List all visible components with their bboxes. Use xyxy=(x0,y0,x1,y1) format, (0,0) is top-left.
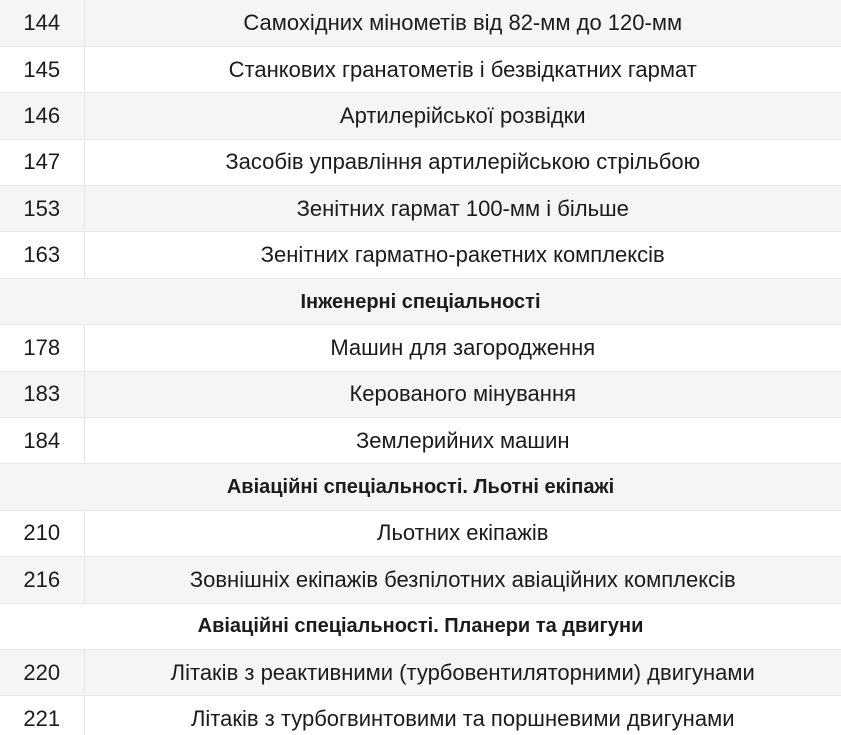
table-row: 163 Зенітних гарматно-ракетних комплексів xyxy=(0,231,841,279)
specialty-name: Зенітних гармат 100-мм і більше xyxy=(84,185,841,233)
table-row: 153 Зенітних гармат 100-мм і більше xyxy=(0,185,841,233)
table-row: 216 Зовнішніх екіпажів безпілотних авіаці… xyxy=(0,556,841,604)
specialty-code: 153 xyxy=(0,185,85,233)
specialties-table: 144 Самохідних мінометів від 82-мм до 120… xyxy=(0,0,841,735)
table-row: 183 Керованого мінування xyxy=(0,371,841,419)
specialty-code: 216 xyxy=(0,556,85,604)
section-header-row: Авіаційні спеціальності. Льотні екіпажі xyxy=(0,463,841,511)
specialty-code: 183 xyxy=(0,371,85,419)
specialty-code: 147 xyxy=(0,139,85,187)
table-row: 221 Літаків з турбогвинтовими та поршневи… xyxy=(0,695,841,735)
specialty-name: Зовнішніх екіпажів безпілотних авіаційни… xyxy=(84,556,841,604)
specialty-code: 146 xyxy=(0,92,85,140)
table-row: 210 Льотних екіпажів xyxy=(0,510,841,558)
section-title: Авіаційні спеціальності. Планери та двиг… xyxy=(0,603,841,650)
specialty-name: Самохідних мінометів від 82-мм до 120-мм xyxy=(84,0,841,47)
specialty-code: 220 xyxy=(0,649,85,697)
table-row: 146 Артилерійської розвідки xyxy=(0,92,841,140)
specialty-name: Засобів управління артилерійською стріль… xyxy=(84,139,841,187)
specialty-name: Літаків з реактивними (турбовентиляторни… xyxy=(84,649,841,697)
table-row: 178 Машин для загородження xyxy=(0,324,841,372)
table-body: 144 Самохідних мінометів від 82-мм до 120… xyxy=(0,0,841,735)
specialty-name: Машин для загородження xyxy=(84,324,841,372)
section-header-row: Авіаційні спеціальності. Планери та двиг… xyxy=(0,603,841,650)
table-row: 145 Станкових гранатометів і безвідкатних… xyxy=(0,46,841,94)
table-row: 220 Літаків з реактивними (турбовентилято… xyxy=(0,649,841,697)
specialty-name: Артилерійської розвідки xyxy=(84,92,841,140)
table-row: 184 Землерийних машин xyxy=(0,417,841,465)
specialty-name: Літаків з турбогвинтовими та поршневими … xyxy=(84,695,841,735)
specialty-code: 210 xyxy=(0,510,85,558)
specialty-code: 178 xyxy=(0,324,85,372)
specialty-name: Землерийних машин xyxy=(84,417,841,465)
table-row: 147 Засобів управління артилерійською стр… xyxy=(0,139,841,187)
section-title: Авіаційні спеціальності. Льотні екіпажі xyxy=(0,463,841,511)
section-header-row: Інженерні спеціальності xyxy=(0,278,841,326)
table-row: 144 Самохідних мінометів від 82-мм до 120… xyxy=(0,0,841,47)
specialty-code: 221 xyxy=(0,695,85,735)
specialty-code: 184 xyxy=(0,417,85,465)
specialty-code: 145 xyxy=(0,46,85,94)
specialty-code: 144 xyxy=(0,0,85,47)
section-title: Інженерні спеціальності xyxy=(0,278,841,326)
specialty-name: Зенітних гарматно-ракетних комплексів xyxy=(84,231,841,279)
specialty-name: Льотних екіпажів xyxy=(84,510,841,558)
specialty-name: Станкових гранатометів і безвідкатних га… xyxy=(84,46,841,94)
specialty-name: Керованого мінування xyxy=(84,371,841,419)
specialty-code: 163 xyxy=(0,231,85,279)
